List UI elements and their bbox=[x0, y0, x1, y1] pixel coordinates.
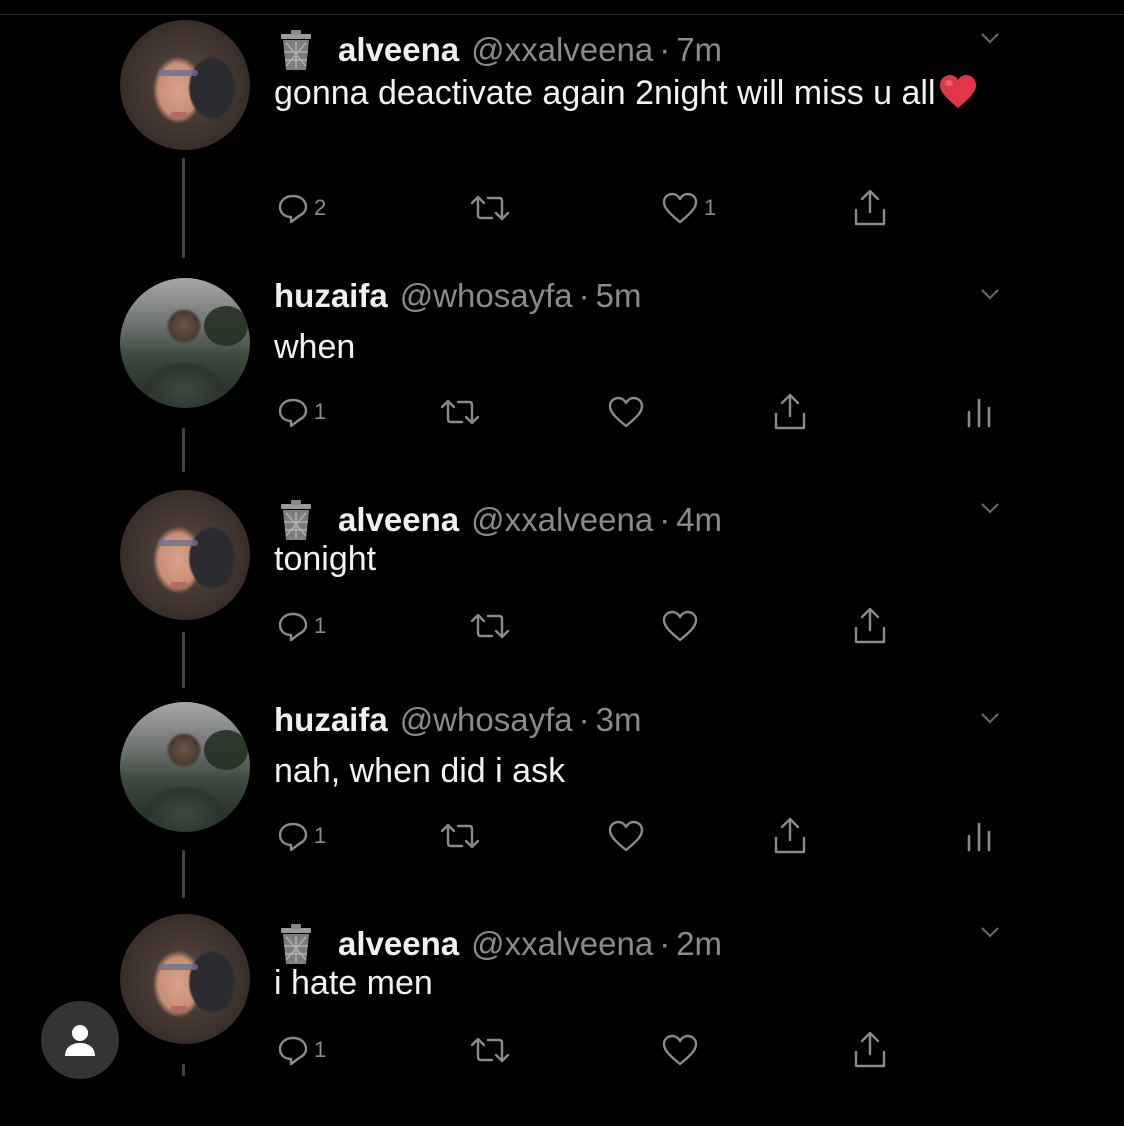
reply-count: 1 bbox=[314, 1037, 327, 1062]
retweet-icon bbox=[470, 613, 510, 639]
retweet-icon bbox=[440, 823, 480, 849]
avatar[interactable] bbox=[120, 914, 250, 1044]
tweet-actions: 1 bbox=[274, 814, 1034, 858]
reply-button[interactable]: 2 bbox=[276, 186, 326, 230]
tweet-actions: 1 bbox=[274, 390, 1034, 434]
reply-icon bbox=[278, 194, 308, 224]
reply-icon bbox=[278, 612, 308, 642]
retweet-button[interactable] bbox=[438, 814, 482, 858]
tweet-text: i hate men bbox=[274, 964, 433, 1002]
tweet[interactable]: alveena @xxalveena · 2m i hate men 1 bbox=[0, 914, 1124, 1126]
user-handle[interactable]: @whosayfa bbox=[400, 701, 573, 739]
timestamp[interactable]: 3m bbox=[596, 701, 642, 739]
analytics-button[interactable] bbox=[964, 814, 994, 858]
heart-icon bbox=[662, 610, 698, 642]
red-heart-emoji-icon bbox=[939, 75, 976, 108]
chevron-down-icon[interactable] bbox=[976, 28, 1004, 48]
tweet[interactable]: alveena @xxalveena · 4m tonight 1 bbox=[0, 490, 1124, 702]
display-name[interactable]: huzaifa bbox=[274, 701, 388, 739]
reply-count: 1 bbox=[314, 823, 327, 848]
share-icon bbox=[854, 189, 886, 226]
tweet-text: when bbox=[274, 328, 356, 366]
reply-count: 1 bbox=[314, 399, 327, 424]
trash-emoji-icon bbox=[281, 30, 311, 70]
separator-dot: · bbox=[578, 277, 590, 314]
reply-button[interactable]: 1 bbox=[276, 814, 326, 858]
retweet-button[interactable] bbox=[468, 604, 512, 648]
like-button[interactable]: 1 bbox=[660, 186, 716, 230]
reply-button[interactable]: 1 bbox=[276, 390, 326, 434]
account-button[interactable] bbox=[41, 1001, 119, 1079]
user-handle[interactable]: @whosayfa bbox=[400, 277, 573, 315]
reply-count: 1 bbox=[314, 613, 327, 638]
share-button[interactable] bbox=[850, 1028, 890, 1072]
tweet-text: nah, when did i ask bbox=[274, 752, 566, 790]
like-button[interactable] bbox=[606, 814, 646, 858]
tweet-actions: 1 bbox=[274, 604, 1034, 648]
retweet-button[interactable] bbox=[468, 186, 512, 230]
reply-icon bbox=[278, 1036, 308, 1066]
retweet-icon bbox=[440, 399, 480, 425]
reply-count: 2 bbox=[314, 195, 327, 220]
separator-dot: · bbox=[578, 701, 590, 738]
tweet[interactable]: huzaifa @whosayfa · 3m nah, when did i a… bbox=[0, 701, 1124, 914]
tweet-header: huzaifa @whosayfa · 3m bbox=[274, 696, 641, 744]
share-icon bbox=[854, 607, 886, 644]
share-icon bbox=[774, 817, 806, 854]
tweet[interactable]: alveena @xxalveena · 7m gonna deactivate… bbox=[0, 20, 1124, 232]
avatar[interactable] bbox=[120, 490, 250, 620]
user-icon bbox=[65, 1025, 95, 1056]
chevron-down-icon[interactable] bbox=[976, 922, 1004, 942]
tweet-header: alveena @xxalveena · 7m bbox=[274, 26, 722, 74]
heart-icon bbox=[662, 1034, 698, 1066]
retweet-icon bbox=[470, 1037, 510, 1063]
heart-icon bbox=[608, 820, 644, 852]
avatar[interactable] bbox=[120, 20, 250, 150]
tweet-actions: 1 bbox=[274, 1028, 1034, 1072]
display-name[interactable]: huzaifa bbox=[274, 277, 388, 315]
share-button[interactable] bbox=[770, 390, 810, 434]
chevron-down-icon[interactable] bbox=[976, 708, 1004, 728]
timestamp[interactable]: 5m bbox=[596, 277, 642, 315]
tweet-header: huzaifa @whosayfa · 5m bbox=[274, 272, 641, 320]
analytics-icon bbox=[967, 398, 991, 428]
analytics-button[interactable] bbox=[964, 390, 994, 434]
reply-button[interactable]: 1 bbox=[276, 604, 326, 648]
like-button[interactable] bbox=[660, 1028, 700, 1072]
tweet[interactable]: huzaifa @whosayfa · 5m when 1 bbox=[0, 277, 1124, 490]
analytics-icon bbox=[967, 822, 991, 852]
avatar[interactable] bbox=[120, 278, 250, 408]
like-button[interactable] bbox=[606, 390, 646, 434]
share-button[interactable] bbox=[850, 186, 890, 230]
heart-icon bbox=[662, 192, 698, 224]
retweet-button[interactable] bbox=[438, 390, 482, 434]
avatar[interactable] bbox=[120, 702, 250, 832]
chevron-down-icon[interactable] bbox=[976, 498, 1004, 518]
reply-button[interactable]: 1 bbox=[276, 1028, 326, 1072]
display-name[interactable]: alveena bbox=[338, 31, 459, 69]
share-icon bbox=[774, 393, 806, 430]
reply-icon bbox=[278, 822, 308, 852]
user-handle[interactable]: @xxalveena bbox=[471, 31, 653, 69]
share-icon bbox=[854, 1031, 886, 1068]
tweet-text-content: gonna deactivate again 2night will miss … bbox=[274, 74, 936, 112]
like-count: 1 bbox=[704, 195, 717, 220]
tweet-actions: 2 1 bbox=[274, 186, 1034, 230]
share-button[interactable] bbox=[850, 604, 890, 648]
retweet-button[interactable] bbox=[468, 1028, 512, 1072]
share-button[interactable] bbox=[770, 814, 810, 858]
chevron-down-icon[interactable] bbox=[976, 284, 1004, 304]
tweet-text: tonight bbox=[274, 540, 377, 578]
separator-dot: · bbox=[659, 31, 671, 68]
heart-icon bbox=[608, 396, 644, 428]
retweet-icon bbox=[470, 195, 510, 221]
tweet-text: gonna deactivate again 2night will miss … bbox=[274, 68, 1034, 118]
top-divider bbox=[0, 14, 1124, 15]
timestamp[interactable]: 7m bbox=[676, 31, 722, 69]
like-button[interactable] bbox=[660, 604, 700, 648]
reply-icon bbox=[278, 398, 308, 428]
